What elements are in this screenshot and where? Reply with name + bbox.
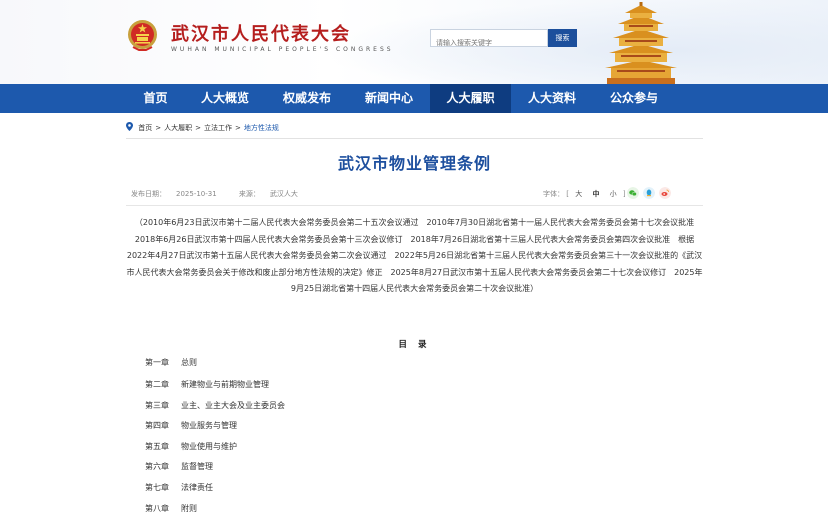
- nav-item-duties[interactable]: 人大履职: [430, 84, 511, 113]
- nav-item-materials[interactable]: 人大资料: [511, 84, 593, 113]
- qq-icon[interactable]: [643, 187, 655, 199]
- font-size-large[interactable]: 大: [575, 190, 582, 198]
- article-preamble: （2010年6月23日武汉市第十二届人民代表大会常务委员会第二十五次会议通过 2…: [126, 218, 703, 294]
- nav-item-releases[interactable]: 权威发布: [266, 84, 348, 113]
- nav-item-home[interactable]: 首页: [127, 84, 184, 113]
- font-size-label: 字体：: [543, 190, 564, 198]
- breadcrumb-legislation[interactable]: 立法工作: [204, 124, 232, 132]
- toc-item: 第六章 监督管理: [145, 462, 213, 471]
- nav-item-participation[interactable]: 公众参与: [593, 84, 675, 113]
- article-meta: 发布日期： 2025-10-31 来源： 武汉人大: [131, 189, 318, 199]
- bracket-open: [: [566, 190, 569, 198]
- toc-item: 第八章 附则: [145, 504, 197, 513]
- breadcrumb-divider: [126, 138, 703, 139]
- toc-title: 目 录: [398, 340, 431, 350]
- yellow-crane-tower-icon: [605, 2, 677, 84]
- toc-item: 第二章 新建物业与前期物业管理: [145, 380, 269, 389]
- article-title: 武汉市物业管理条例: [337, 154, 491, 173]
- breadcrumb-home[interactable]: 首页: [138, 124, 152, 132]
- search-button[interactable]: 搜索: [548, 29, 577, 47]
- publish-date: 发布日期： 2025-10-31: [131, 190, 217, 198]
- meta-divider: [126, 205, 703, 206]
- breadcrumb-separator: >: [195, 124, 201, 132]
- weibo-icon[interactable]: [659, 187, 671, 199]
- breadcrumb-local-regulations[interactable]: 地方性法规: [244, 124, 279, 132]
- font-size-small[interactable]: 小: [610, 190, 617, 198]
- breadcrumb-separator: >: [234, 124, 241, 132]
- wechat-icon[interactable]: [627, 187, 639, 199]
- site-subtitle: WUHAN MUNICIPAL PEOPLE'S CONGRESS: [171, 46, 394, 53]
- site-title[interactable]: 武汉市人民代表大会: [171, 20, 351, 46]
- toc-item: 第一章 总则: [145, 358, 197, 367]
- site-header: 武汉市人民代表大会 WUHAN MUNICIPAL PEOPLE'S CONGR…: [0, 0, 828, 84]
- bracket-close: ]: [622, 190, 626, 198]
- toc-item: 第七章 法律责任: [145, 483, 213, 492]
- font-size-medium[interactable]: 中: [592, 190, 599, 198]
- toc-item: 第四章 物业服务与管理: [145, 421, 237, 430]
- search-box: [430, 29, 548, 51]
- location-pin-icon: [126, 122, 133, 131]
- main-nav: 首页 人大概览 权威发布 新闻中心 人大履职 人大资料 公众参与: [0, 84, 828, 113]
- search-input[interactable]: [431, 35, 547, 51]
- toc-item: 第三章 业主、业主大会及业主委员会: [145, 401, 285, 410]
- national-emblem-icon[interactable]: [127, 19, 158, 52]
- breadcrumb: 首页 > 人大履职 > 立法工作 > 地方性法规: [126, 122, 279, 134]
- breadcrumb-separator: >: [155, 124, 162, 132]
- nav-item-news[interactable]: 新闻中心: [348, 84, 430, 113]
- toc-item: 第五章 物业使用与维护: [145, 442, 237, 451]
- article-source: 来源： 武汉人大: [238, 190, 298, 198]
- nav-item-overview[interactable]: 人大概览: [184, 84, 266, 113]
- font-size-control: 字体： [ 大 中 小 ]: [543, 189, 626, 199]
- breadcrumb-duties[interactable]: 人大履职: [164, 124, 192, 132]
